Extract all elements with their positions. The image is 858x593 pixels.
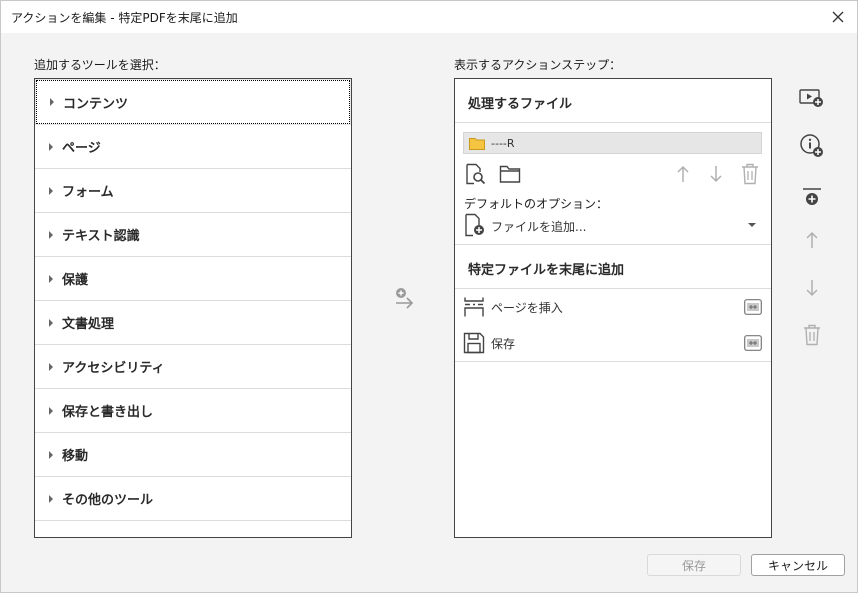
action-step-insert-pages[interactable]: ページを挿入 — [455, 289, 771, 325]
tool-category-label: フォーム — [62, 185, 114, 200]
expand-triangle-icon — [49, 319, 53, 327]
expand-triangle-icon — [49, 275, 53, 283]
move-step-up-button[interactable] — [798, 226, 826, 254]
document-search-icon — [466, 163, 486, 185]
default-options-label: デフォルトのオプション： — [464, 197, 609, 211]
expand-triangle-icon — [49, 187, 53, 195]
tool-category-label: その他のツール — [62, 493, 154, 508]
tool-category-pages[interactable]: ページ — [35, 125, 351, 169]
add-tool-to-steps-button[interactable] — [393, 287, 417, 311]
move-file-down-button[interactable] — [704, 162, 728, 186]
expand-triangle-icon — [50, 98, 54, 106]
tool-category-document-processing[interactable]: 文書処理 — [35, 301, 351, 345]
append-section-title: 特定ファイルを末尾に追加 — [468, 263, 625, 278]
expand-triangle-icon — [49, 231, 53, 239]
add-media-step-icon — [799, 89, 823, 107]
edit-action-dialog: アクションを編集 - 特定PDFを末尾に追加 追加するツールを選択： 表示するア… — [0, 0, 858, 593]
tool-category-accessibility[interactable]: アクセシビリティ — [35, 345, 351, 389]
append-section-header: 特定ファイルを末尾に追加 — [455, 245, 771, 289]
info-add-icon — [800, 134, 823, 157]
tool-category-content[interactable]: コンテンツ — [35, 79, 351, 125]
tool-category-label: コンテンツ — [63, 96, 129, 112]
file-list-item[interactable]: ----R — [463, 132, 762, 154]
left-panel-heading: 追加するツールを選択： — [34, 58, 166, 72]
expand-triangle-icon — [49, 407, 53, 415]
tool-category-other-tools[interactable]: その他のツール — [35, 477, 351, 521]
add-instruction-step-button[interactable] — [798, 84, 826, 112]
delete-file-button[interactable] — [738, 162, 762, 186]
chevron-down-icon — [748, 223, 756, 227]
trash-icon — [742, 163, 758, 185]
tool-category-text-recognition[interactable]: テキスト認識 — [35, 213, 351, 257]
trash-icon — [804, 324, 820, 346]
tool-category-label: アクセシビリティ — [62, 361, 165, 376]
tool-category-label: 文書処理 — [62, 317, 115, 332]
tool-category-protect[interactable]: 保護 — [35, 257, 351, 301]
close-button[interactable] — [825, 4, 851, 30]
files-section-title: 処理するファイル — [468, 97, 573, 112]
tool-category-save-export[interactable]: 保存と書き出し — [35, 389, 351, 433]
cancel-button[interactable]: キャンセル — [751, 554, 845, 576]
file-name: ----R — [491, 137, 515, 150]
expand-triangle-icon — [49, 451, 53, 459]
tool-category-label: テキスト認識 — [62, 229, 140, 244]
arrow-up-icon — [806, 231, 818, 248]
add-files-value: ファイルを追加... — [491, 220, 587, 234]
delete-step-button[interactable] — [798, 321, 826, 349]
arrow-down-icon — [710, 166, 722, 183]
right-panel-heading: 表示するアクションステップ： — [454, 58, 622, 72]
tool-category-navigate[interactable]: 移動 — [35, 433, 351, 477]
move-file-up-button[interactable] — [671, 162, 695, 186]
expand-triangle-icon — [49, 495, 53, 503]
browse-file-button[interactable] — [463, 162, 487, 186]
move-step-down-button[interactable] — [798, 274, 826, 302]
expand-triangle-icon — [49, 143, 53, 151]
window-title: アクションを編集 - 特定PDFを末尾に追加 — [11, 11, 238, 25]
add-separator-icon — [803, 188, 821, 205]
tool-category-label: 移動 — [62, 449, 89, 464]
step-options-icon — [744, 335, 762, 351]
action-step-label: ページを挿入 — [491, 301, 563, 315]
add-files-dropdown[interactable]: ファイルを追加... — [464, 213, 762, 237]
title-bar: アクションを編集 - 特定PDFを末尾に追加 — [1, 1, 857, 33]
expand-triangle-icon — [49, 363, 53, 371]
tool-category-label: ページ — [62, 141, 101, 156]
files-section-header: 処理するファイル — [455, 79, 771, 123]
insert-pages-icon — [464, 297, 484, 317]
action-steps-panel: 処理するファイル ----R デフォルトのオプション： ファイルを追加... 特… — [454, 78, 772, 538]
arrow-up-icon — [677, 165, 689, 182]
folder-icon — [469, 138, 485, 150]
add-panel-separator-button[interactable] — [798, 183, 826, 211]
close-icon — [832, 11, 844, 23]
add-info-step-button[interactable] — [798, 132, 826, 160]
tool-list: コンテンツ ページ フォーム テキスト認識 保護 文書処理 アクセシビリティ 保… — [34, 78, 352, 538]
save-disk-icon — [463, 332, 485, 354]
action-step-label: 保存 — [491, 337, 516, 351]
add-arrow-icon — [396, 288, 414, 309]
arrow-down-icon — [806, 280, 818, 297]
action-step-save[interactable]: 保存 — [455, 325, 771, 361]
browse-folder-button[interactable] — [498, 162, 522, 186]
folder-outline-icon — [499, 165, 521, 183]
tool-category-label: 保存と書き出し — [62, 405, 154, 420]
save-button[interactable]: 保存 — [647, 554, 741, 576]
tool-category-forms[interactable]: フォーム — [35, 169, 351, 213]
tool-category-label: 保護 — [62, 273, 89, 288]
add-file-icon — [465, 213, 484, 237]
section-divider — [455, 361, 771, 362]
step-options-icon — [744, 299, 762, 315]
